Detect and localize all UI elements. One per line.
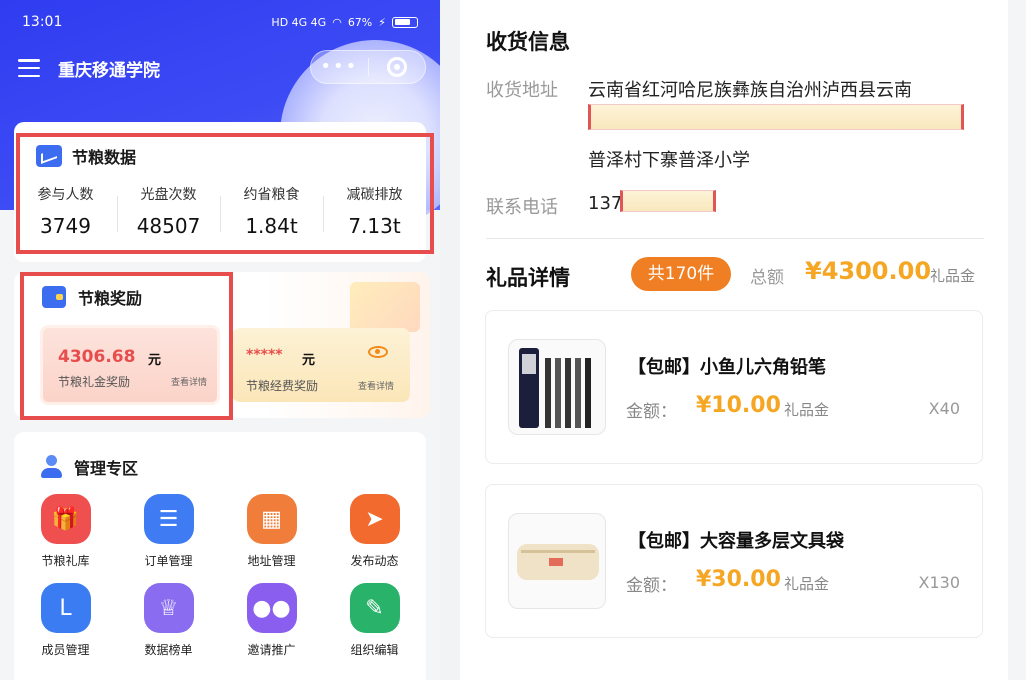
order-detail-panel: 收货信息 收货地址 云南省红河哈尼族彝族自治州泸西县云南 普泽村下寨普泽小学 联… (460, 0, 1008, 680)
phone-prefix: 137 (588, 193, 623, 214)
gift-item[interactable]: 【包邮】小鱼儿六角铅笔 金额： ¥10.00 礼品金 X40 (485, 310, 983, 464)
admin-item-label: 组织编辑 (350, 643, 399, 657)
stat-value: 3749 (40, 214, 91, 238)
gift-item-quantity: X40 (928, 399, 960, 418)
redacted-address (588, 104, 964, 130)
admin-item-label: 地址管理 (247, 554, 296, 568)
address-label: 收货地址 (486, 80, 558, 101)
admin-item-invite[interactable]: ●● 邀请推广 (220, 583, 323, 658)
admin-item-label: 发布动态 (350, 554, 399, 568)
gift-item-amount-label: 金额： (626, 402, 677, 422)
address-line-3: 普泽村下寨普泽小学 (588, 150, 750, 171)
grain-data-title: 节粮数据 (72, 148, 137, 167)
gift-item-amount-label: 金额： (626, 576, 677, 596)
admin-title: 管理专区 (74, 459, 139, 478)
gift-item[interactable]: 【包邮】大容量多层文具袋 金额： ¥30.00 礼品金 X130 (485, 484, 983, 638)
wifi-icon: ◠ (332, 15, 342, 29)
stat-participants: 参与人数 3749 (14, 184, 117, 238)
page-edge (1008, 0, 1026, 680)
chart-icon (36, 145, 62, 167)
admin-item-gift-library[interactable]: 🎁 节粮礼库 (14, 494, 117, 569)
admin-item-label: 数据榜单 (144, 643, 193, 657)
admin-header: 管理专区 (40, 455, 138, 479)
address-line-1: 云南省红河哈尼族彝族自治州泸西县云南 (588, 80, 912, 101)
gift-item-unit: 礼品金 (784, 401, 830, 419)
paper-plane-icon: ➤ (349, 494, 400, 544)
stat-label: 参与人数 (37, 187, 94, 203)
gift-box-decoration (350, 282, 420, 332)
total-label: 总额 (750, 268, 784, 288)
eye-icon[interactable] (368, 346, 388, 358)
address-icon: ▦ (246, 494, 297, 544)
status-bar: 13:01 HD 4G 4G ◠ 67% ⚡ (0, 0, 440, 44)
gift-item-name: 【包邮】大容量多层文具袋 (628, 531, 844, 552)
divider (486, 238, 984, 239)
stat-value: 7.13t (348, 214, 401, 238)
stat-value: 1.84t (245, 214, 298, 238)
admin-item-label: 成员管理 (41, 643, 90, 657)
total-amount: ¥4300.00 (805, 257, 932, 285)
gift-item-amount: ¥30.00 (696, 567, 781, 592)
highlight-box (20, 272, 233, 420)
more-icon[interactable]: ••• (311, 50, 368, 84)
item-count-badge: 共170件 (631, 257, 731, 291)
gift-item-name: 【包邮】小鱼儿六角铅笔 (628, 357, 826, 378)
target-icon (386, 57, 407, 77)
app-title: 重庆移通学院 (58, 60, 160, 81)
total-unit: 礼品金 (930, 267, 976, 285)
admin-item-members[interactable]: L 成员管理 (14, 583, 117, 658)
close-miniprogram-button[interactable] (368, 57, 425, 77)
mini-program-capsule: ••• (310, 50, 426, 84)
gift-item-quantity: X130 (918, 573, 961, 592)
clock: 13:01 (22, 14, 63, 30)
trophy-icon: ♕ (143, 583, 194, 633)
fund-reward-amount: ***** (246, 347, 283, 363)
admin-item-address[interactable]: ▦ 地址管理 (220, 494, 323, 569)
admin-item-label: 邀请推广 (247, 643, 296, 657)
gift-details-title: 礼品详情 (486, 266, 570, 290)
battery-percent: 67% (347, 15, 373, 29)
admin-item-label: 订单管理 (144, 554, 193, 568)
phone-label: 联系电话 (486, 197, 558, 218)
charging-icon: ⚡ (378, 15, 386, 29)
admin-item-label: 节粮礼库 (41, 554, 90, 568)
signal-icon: HD 4G 4G (271, 15, 327, 29)
stat-label: 减碳排放 (346, 187, 403, 203)
fund-reward-unit: 元 (302, 353, 316, 368)
org-edit-icon: ✎ (349, 583, 400, 633)
admin-grid: 🎁 节粮礼库 ☰ 订单管理 ▦ 地址管理 ➤ 发布动态 L 成员管理 ♕ 数据榜… (14, 494, 426, 658)
fund-view-details-link[interactable]: 查看详情 (358, 379, 394, 392)
grain-data-header: 节粮数据 (36, 144, 136, 168)
shipping-title: 收货信息 (486, 30, 570, 54)
status-icons: HD 4G 4G ◠ 67% ⚡ (271, 16, 418, 29)
gift-item-amount: ¥10.00 (696, 393, 781, 418)
order-list-icon: ☰ (143, 494, 194, 544)
fund-reward-label: 节粮经费奖励 (246, 379, 319, 393)
stat-carbon-reduced: 减碳排放 7.13t (323, 184, 426, 238)
gift-box-icon: 🎁 (40, 494, 91, 544)
pencil-product-image (508, 339, 606, 435)
stat-clean-plates: 光盘次数 48507 (117, 184, 220, 238)
menu-icon[interactable] (18, 59, 40, 77)
admin-item-orders[interactable]: ☰ 订单管理 (117, 494, 220, 569)
member-icon: L (40, 583, 91, 633)
admin-item-org-edit[interactable]: ✎ 组织编辑 (323, 583, 426, 658)
gift-item-unit: 礼品金 (784, 575, 830, 593)
stat-food-saved: 约省粮食 1.84t (220, 184, 323, 238)
admin-item-publish[interactable]: ➤ 发布动态 (323, 494, 426, 569)
user-icon (40, 455, 62, 479)
battery-icon (392, 16, 418, 28)
screen: 13:01 HD 4G 4G ◠ 67% ⚡ 重庆移通学院 ••• 节粮数据 参… (0, 0, 1026, 680)
grain-stats: 参与人数 3749 光盘次数 48507 约省粮食 1.84t 减碳排放 7.1… (14, 184, 426, 238)
admin-item-rankings[interactable]: ♕ 数据榜单 (117, 583, 220, 658)
pencil-case-product-image (508, 513, 606, 609)
stat-label: 光盘次数 (140, 187, 197, 203)
redacted-phone (620, 190, 716, 212)
stat-value: 48507 (136, 214, 201, 238)
invite-icon: ●● (246, 583, 297, 633)
mobile-app-panel: 13:01 HD 4G 4G ◠ 67% ⚡ 重庆移通学院 ••• 节粮数据 参… (0, 0, 440, 680)
stat-label: 约省粮食 (243, 187, 300, 203)
